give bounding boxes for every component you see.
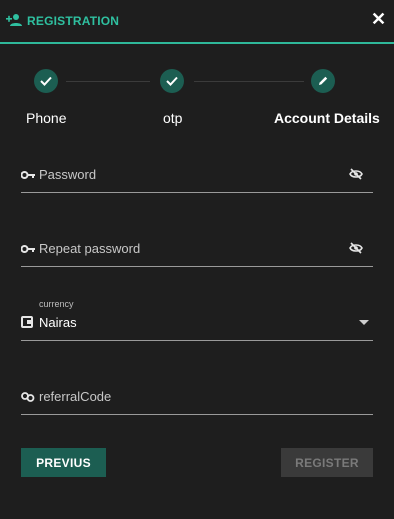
currency-select[interactable]: currency Nairas bbox=[21, 296, 373, 341]
field-underline bbox=[21, 192, 373, 193]
key-icon bbox=[21, 171, 35, 179]
add-user-icon bbox=[6, 14, 22, 26]
visibility-off-icon[interactable] bbox=[349, 168, 363, 180]
key-icon bbox=[21, 245, 35, 253]
step-phone-check-icon bbox=[34, 69, 58, 93]
step-connector bbox=[66, 81, 150, 82]
referral-code-field[interactable]: referralCode bbox=[21, 382, 373, 415]
step-connector bbox=[194, 81, 304, 82]
step-otp-check-icon bbox=[160, 69, 184, 93]
currency-value[interactable]: Nairas bbox=[39, 315, 77, 330]
referral-code-input[interactable]: referralCode bbox=[39, 389, 111, 404]
step-label-phone: Phone bbox=[26, 110, 67, 126]
previous-button[interactable]: PREVIUS bbox=[21, 448, 106, 477]
repeat-password-input[interactable]: Repeat password bbox=[39, 241, 140, 256]
dialog-title: REGISTRATION bbox=[27, 14, 120, 28]
visibility-off-icon[interactable] bbox=[349, 242, 363, 254]
field-underline bbox=[21, 266, 373, 267]
password-field[interactable]: Password bbox=[21, 160, 373, 193]
register-button[interactable]: REGISTER bbox=[281, 448, 373, 477]
field-underline bbox=[21, 340, 373, 341]
close-button[interactable]: ✕ bbox=[371, 9, 387, 29]
password-input[interactable]: Password bbox=[39, 167, 96, 182]
wallet-icon bbox=[21, 316, 33, 328]
dialog-header: REGISTRATION ✕ bbox=[0, 0, 394, 44]
repeat-password-field[interactable]: Repeat password bbox=[21, 234, 373, 267]
redeem-code-icon bbox=[21, 392, 35, 402]
chevron-down-icon[interactable] bbox=[359, 320, 369, 325]
step-label-account-details: Account Details bbox=[274, 110, 380, 126]
close-icon: ✕ bbox=[371, 9, 387, 29]
currency-label: currency bbox=[39, 299, 74, 309]
field-underline bbox=[21, 414, 373, 415]
step-label-otp: otp bbox=[163, 110, 183, 126]
step-account-edit-icon bbox=[311, 69, 335, 93]
